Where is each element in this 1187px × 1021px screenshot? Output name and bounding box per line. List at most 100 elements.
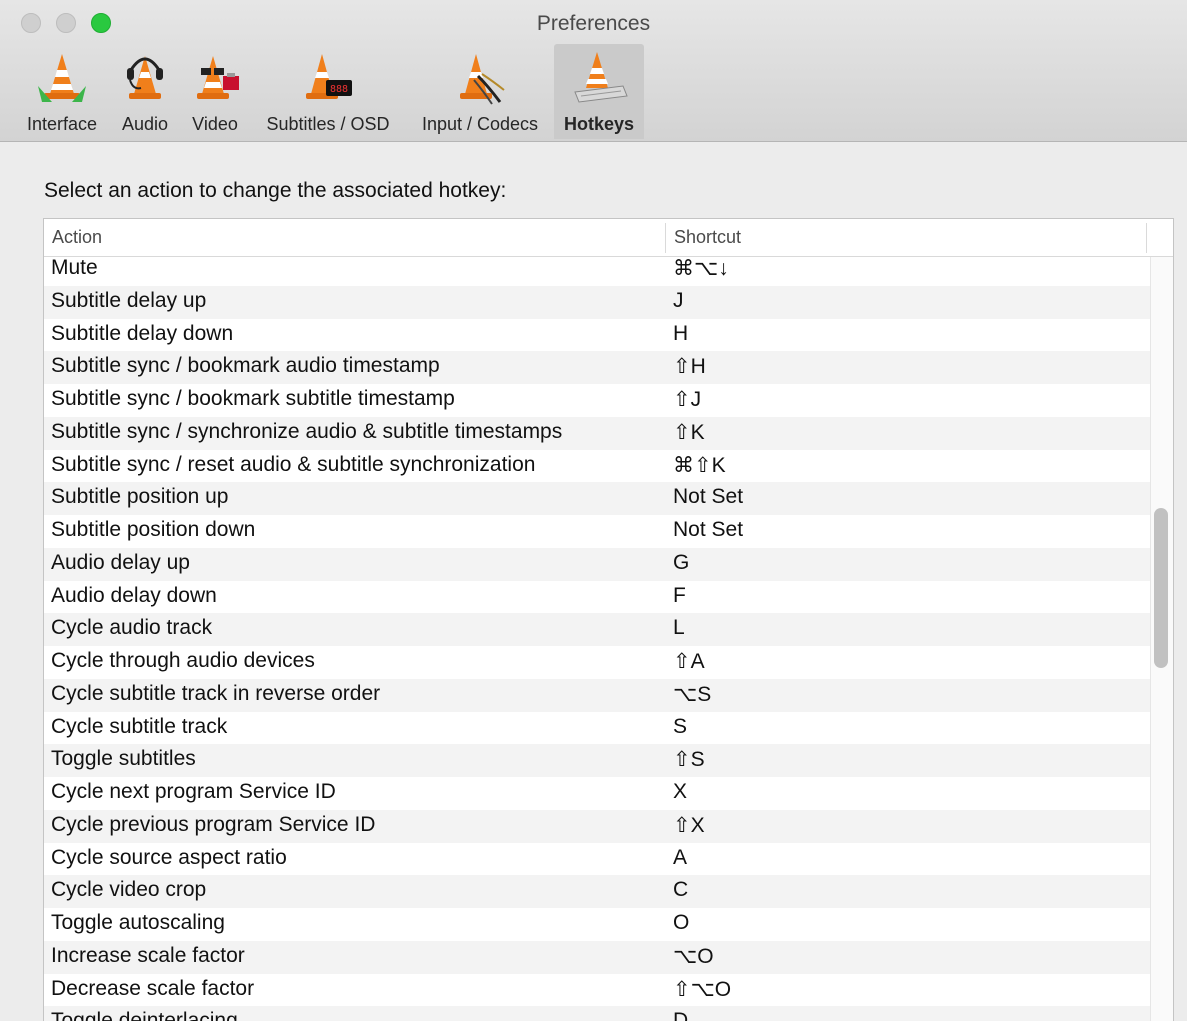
action-cell: Decrease scale factor — [51, 976, 255, 1000]
action-cell: Cycle video crop — [51, 878, 207, 902]
shortcut-cell: G — [673, 550, 690, 574]
action-cell: Subtitle sync / bookmark subtitle timest… — [51, 387, 455, 410]
shortcut-cell: ⌥S — [673, 682, 712, 706]
table-row[interactable]: Cycle subtitle track in reverse order ⌥S — [44, 678, 1151, 712]
action-cell: Cycle previous program Service ID — [51, 812, 376, 836]
video-cone-glasses-icon — [197, 56, 239, 99]
tab-audio-label: Audio — [121, 114, 169, 134]
tab-hotkeys-label: Hotkeys — [563, 114, 635, 134]
tab-hotkeys[interactable]: Hotkeys — [554, 44, 644, 139]
column-header-shortcut[interactable]: Shortcut — [674, 227, 741, 248]
table-row[interactable]: Subtitle sync / reset audio & subtitle s… — [44, 450, 1151, 483]
table-row[interactable]: Cycle video crop C — [44, 875, 1151, 908]
action-cell: Toggle deinterlacing — [51, 1009, 238, 1021]
audio-cone-headphones-icon — [127, 56, 163, 99]
shortcut-cell: ⇧A — [673, 650, 705, 673]
action-cell: Subtitle position down — [51, 518, 256, 541]
table-row[interactable]: Audio delay up G — [44, 547, 1151, 581]
shortcut-cell: O — [673, 911, 690, 934]
action-cell: Mute — [51, 256, 98, 279]
table-row[interactable]: Cycle audio track L — [44, 613, 1151, 646]
input-cone-cables-icon — [460, 54, 505, 105]
shortcut-cell: H — [673, 321, 689, 345]
table-row[interactable]: Subtitle delay up J — [44, 285, 1151, 319]
action-cell: Cycle subtitle track in reverse order — [51, 681, 381, 705]
shortcut-cell: ⇧J — [673, 388, 702, 411]
action-cell: Toggle subtitles — [51, 747, 196, 771]
column-header-action[interactable]: Action — [52, 227, 102, 248]
table-row[interactable]: Subtitle position up Not Set — [44, 482, 1151, 515]
action-cell: Cycle next program Service ID — [51, 780, 336, 803]
shortcut-cell: J — [673, 288, 684, 312]
shortcut-cell: A — [673, 845, 688, 869]
action-cell: Subtitle sync / reset audio & subtitle s… — [51, 452, 536, 476]
table-row[interactable]: Cycle next program Service ID X — [44, 777, 1151, 810]
shortcut-cell: ⇧⌥O — [673, 977, 732, 1001]
tab-subtitles-osd[interactable]: 888 Subtitles / OSD — [254, 44, 402, 139]
svg-text:888: 888 — [330, 84, 348, 95]
hotkeys-prompt: Select an action to change the associate… — [44, 179, 507, 202]
column-divider[interactable] — [1146, 223, 1147, 253]
hotkeys-rows: Mute ⌘⌥↓ Subtitle delay up J Subtitle delay … — [44, 253, 1151, 1021]
action-cell: Cycle through audio devices — [51, 649, 315, 672]
tab-interface[interactable]: Interface — [18, 44, 106, 139]
hotkeys-table[interactable]: Mute ⌘⌥↓ Subtitle delay up J Subtitle delay … — [43, 218, 1174, 1021]
shortcut-cell: Not Set — [673, 518, 744, 541]
shortcut-cell: ⌘⇧K — [673, 453, 726, 477]
action-cell: Audio delay down — [51, 583, 217, 607]
shortcut-cell: ⌘⌥↓ — [673, 257, 729, 280]
window-titlebar: Preferences Interface Audio Video 888 Su… — [0, 0, 1187, 142]
table-row[interactable]: Subtitle sync / synchronize audio & subt… — [44, 416, 1151, 450]
window-title: Preferences — [536, 12, 651, 35]
vertical-scrollbar-thumb[interactable] — [1154, 508, 1168, 668]
tab-interface-label: Interface — [26, 114, 98, 134]
table-row[interactable]: Increase scale factor ⌥O — [44, 940, 1151, 974]
action-cell: Toggle autoscaling — [51, 911, 225, 934]
table-row[interactable]: Cycle subtitle track S — [44, 712, 1151, 745]
tab-subtitles-osd-label: Subtitles / OSD — [266, 114, 390, 134]
interface-cone-icon — [38, 54, 86, 102]
shortcut-cell: ⇧S — [673, 748, 705, 772]
shortcut-cell: X — [673, 780, 688, 803]
shortcut-cell: C — [673, 878, 689, 902]
table-row[interactable]: Toggle deinterlacing D — [44, 1006, 1151, 1021]
action-cell: Subtitle delay down — [51, 321, 234, 345]
table-row[interactable]: Subtitle delay down H — [44, 319, 1151, 352]
shortcut-cell: Not Set — [673, 485, 744, 509]
table-row[interactable]: Cycle previous program Service ID ⇧X — [44, 809, 1151, 843]
table-row[interactable]: Subtitle position down Not Set — [44, 515, 1151, 548]
shortcut-cell: S — [673, 714, 688, 738]
action-cell: Subtitle sync / bookmark audio timestamp — [51, 354, 440, 378]
shortcut-cell: ⌥O — [673, 944, 714, 968]
table-row[interactable]: Mute ⌘⌥↓ — [44, 253, 1151, 286]
table-row[interactable]: Decrease scale factor ⇧⌥O — [44, 974, 1151, 1007]
shortcut-cell: ⇧H — [673, 355, 706, 379]
table-row[interactable]: Cycle source aspect ratio A — [44, 843, 1151, 876]
table-row[interactable]: Subtitle sync / bookmark audio timestamp… — [44, 351, 1151, 384]
subtitles-cone-display-icon: 888 — [306, 54, 352, 99]
shortcut-cell: ⇧X — [673, 813, 705, 837]
table-row[interactable]: Cycle through audio devices ⇧A — [44, 646, 1151, 679]
tab-video[interactable]: Video — [184, 44, 246, 139]
table-row[interactable]: Toggle subtitles ⇧S — [44, 744, 1151, 777]
action-cell: Increase scale factor — [51, 943, 245, 967]
action-cell: Subtitle delay up — [51, 288, 207, 312]
action-cell: Audio delay up — [51, 550, 190, 574]
table-row[interactable]: Audio delay down F — [44, 581, 1151, 614]
hotkeys-cone-keyboard-icon — [574, 52, 628, 103]
tab-audio[interactable]: Audio — [114, 44, 176, 139]
action-cell: Cycle subtitle track — [51, 714, 228, 738]
tab-input-codecs[interactable]: Input / Codecs — [409, 44, 551, 139]
action-cell: Cycle audio track — [51, 616, 213, 640]
table-row[interactable]: Subtitle sync / bookmark subtitle timest… — [44, 384, 1151, 417]
shortcut-cell: D — [673, 1009, 689, 1021]
action-cell: Subtitle sync / synchronize audio & subt… — [51, 419, 563, 443]
tab-video-label: Video — [192, 114, 238, 134]
action-cell: Cycle source aspect ratio — [51, 845, 287, 869]
table-row[interactable]: Toggle autoscaling O — [44, 908, 1151, 941]
tab-input-codecs-label: Input / Codecs — [421, 114, 539, 134]
shortcut-cell: L — [673, 616, 685, 640]
column-divider[interactable] — [665, 223, 666, 253]
shortcut-cell: F — [673, 583, 686, 607]
table-header: Action Shortcut — [44, 219, 1173, 257]
